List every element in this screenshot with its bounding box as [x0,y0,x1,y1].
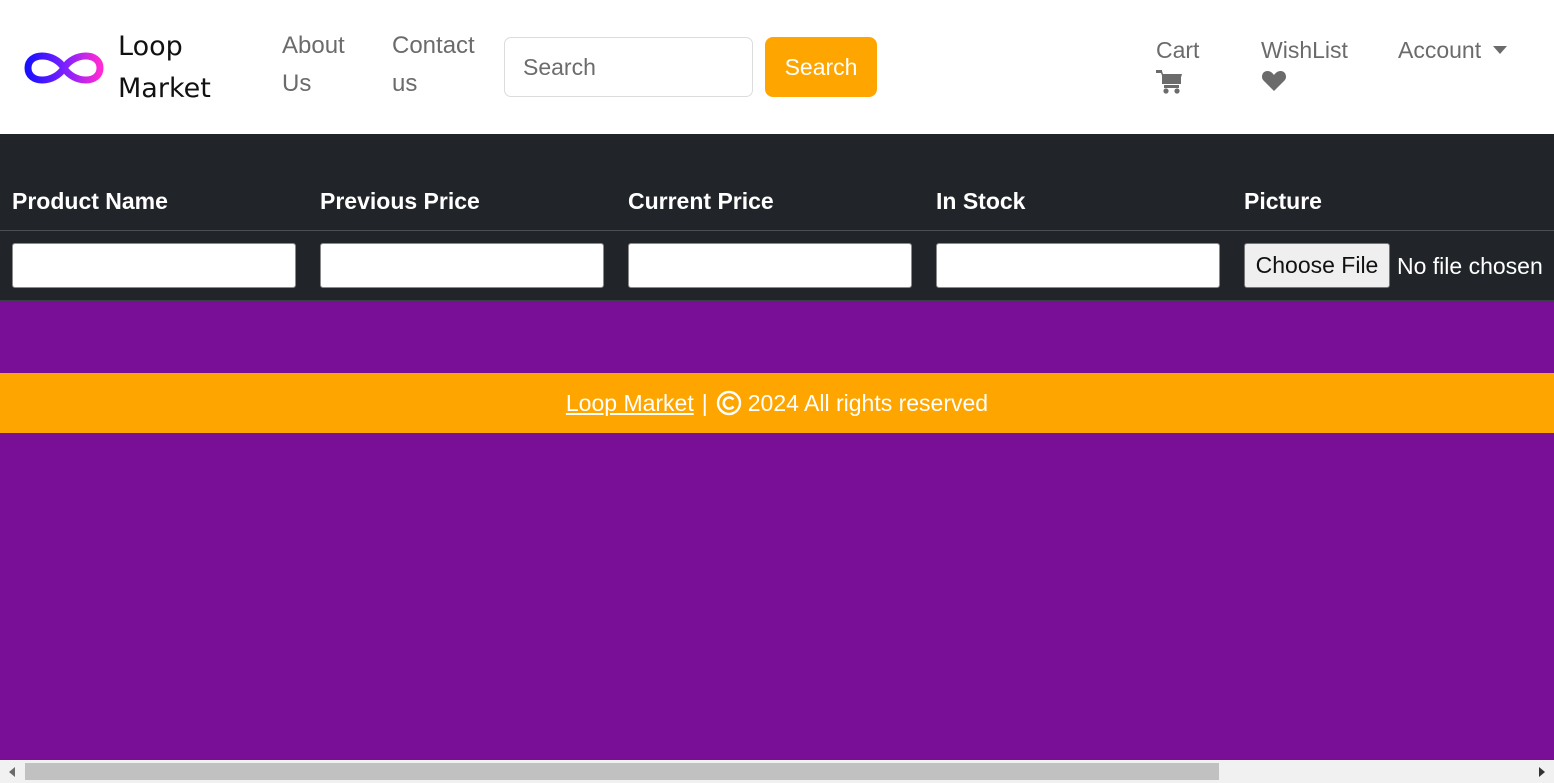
header-picture: Picture [1244,188,1322,214]
account-label: Account [1398,37,1482,63]
account-dropdown[interactable]: Account [1398,33,1508,67]
copyright-icon [716,390,741,416]
infinity-logo-icon [24,52,104,84]
file-status-text: No file chosen [1397,253,1543,279]
cart-label: Cart [1156,37,1200,63]
in-stock-input[interactable] [936,243,1220,288]
nav-about-link[interactable]: About Us [282,27,362,103]
scroll-left-arrow-icon[interactable] [2,760,22,783]
footer-copyright-text: 2024 All rights reserved [747,389,989,416]
header-in-stock: In Stock [936,188,1026,214]
nav-wishlist-link[interactable]: WishList [1261,33,1348,93]
scrollbar-thumb[interactable] [25,763,1219,780]
wishlist-label: WishList [1261,37,1348,63]
brand-name-line1: Loop [118,31,183,62]
cart-icon [1156,70,1182,94]
search-button[interactable]: Search [765,37,877,97]
footer-brand-link[interactable]: Loop Market [566,390,694,417]
choose-file-button[interactable]: Choose File [1244,243,1390,288]
brand-name: Loop Market [118,26,211,110]
heart-icon [1261,71,1287,91]
footer-separator: | [701,389,708,416]
navbar: Loop Market About Us Contact us Search C… [0,0,1554,134]
table-header-divider [0,230,1554,231]
header-product-name: Product Name [12,188,168,214]
table-row-divider [0,300,1554,301]
nav-contact-link[interactable]: Contact us [392,27,492,103]
previous-price-input[interactable] [320,243,604,288]
scroll-right-arrow-icon[interactable] [1532,760,1552,783]
chevron-down-icon [1493,46,1508,54]
header-current-price: Current Price [628,188,774,214]
brand-name-line2: Market [118,73,211,104]
product-table: Product Name Previous Price Current Pric… [0,134,1554,301]
search-input[interactable] [504,37,753,97]
footer: Loop Market | 2024 All rights reserved [0,373,1554,433]
nav-cart-link[interactable]: Cart [1156,33,1199,95]
brand[interactable]: Loop Market [22,26,222,110]
horizontal-scrollbar[interactable] [0,760,1554,783]
product-name-input[interactable] [12,243,296,288]
current-price-input[interactable] [628,243,912,288]
header-previous-price: Previous Price [320,188,480,214]
